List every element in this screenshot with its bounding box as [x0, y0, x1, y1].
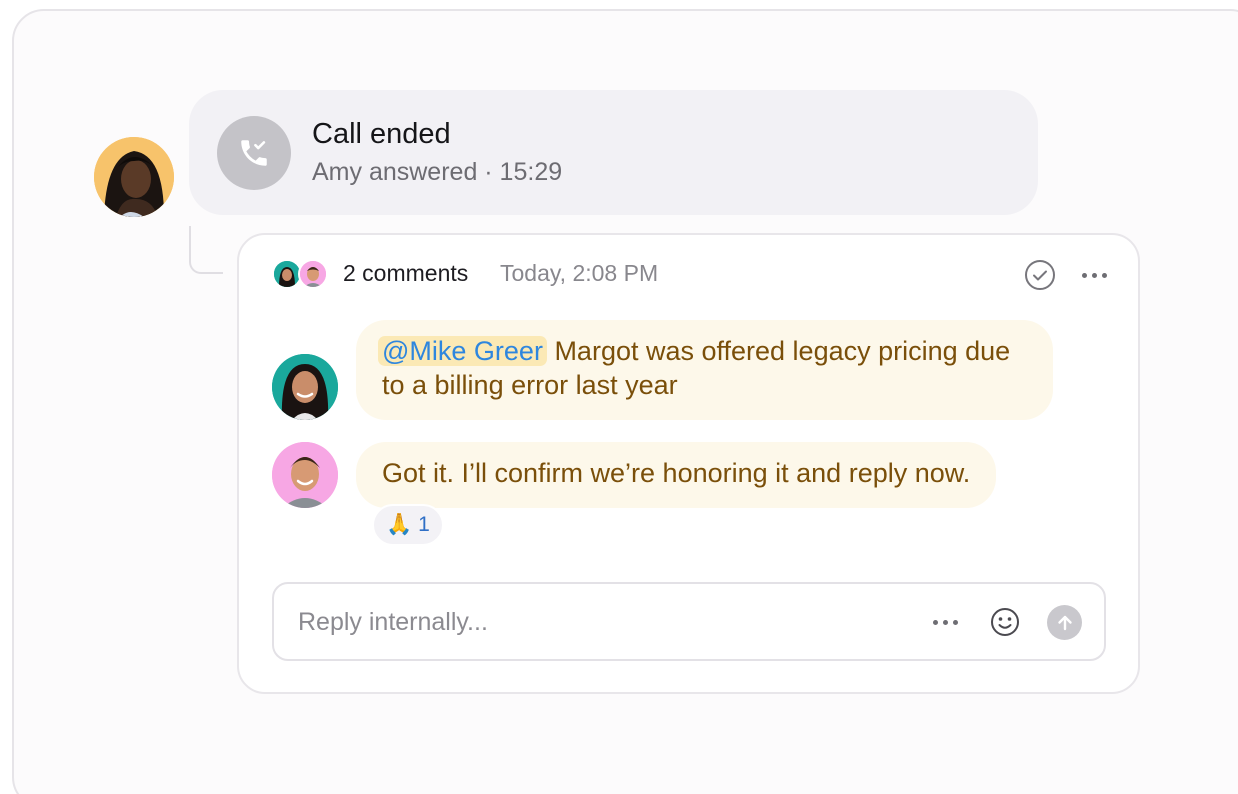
send-button[interactable] [1047, 605, 1082, 640]
phone-check-icon [217, 116, 291, 190]
resolve-thread-button[interactable] [1023, 258, 1057, 292]
caller-avatar [94, 137, 174, 217]
participant-avatars [272, 259, 332, 291]
mention-link[interactable]: @Mike Greer [378, 336, 547, 366]
check-circle-icon [1025, 260, 1055, 290]
reply-input[interactable] [298, 602, 898, 642]
thread-timestamp: Today, 2:08 PM [500, 260, 659, 286]
comment-thread-card: 2 comments Today, 2:08 PM @Mike Greer Ma… [237, 233, 1140, 694]
call-title: Call ended [312, 118, 451, 150]
reply-more-button[interactable] [929, 606, 961, 638]
comment-bubble-2: Got it. I’ll confirm we’re honoring it a… [356, 442, 997, 508]
thread-more-button[interactable] [1077, 258, 1111, 292]
emoji-picker-button[interactable] [988, 605, 1022, 639]
more-horizontal-icon [1081, 272, 1107, 278]
commenter-avatar-2 [272, 442, 338, 508]
thread-connector [189, 226, 223, 274]
call-subtitle: Amy answered · 15:29 [312, 158, 563, 186]
arrow-up-icon [1057, 615, 1072, 630]
pray-emoji-icon: 🙏 [386, 513, 413, 536]
reaction-count: 1 [418, 513, 430, 536]
reply-box [272, 582, 1106, 661]
commenter-avatar-1 [272, 354, 338, 420]
smiley-icon [991, 608, 1019, 636]
comment-text-2: Got it. I’ll confirm we’re honoring it a… [382, 458, 971, 488]
comment-bubble-1: @Mike Greer Margot was offered legacy pr… [356, 320, 1053, 420]
reaction-chip[interactable]: 🙏 1 [372, 504, 444, 546]
participant-avatar-2 [298, 259, 328, 289]
more-horizontal-icon [932, 619, 958, 625]
comment-count: 2 comments [343, 260, 469, 286]
call-ended-card[interactable]: Call ended Amy answered · 15:29 [189, 90, 1038, 215]
